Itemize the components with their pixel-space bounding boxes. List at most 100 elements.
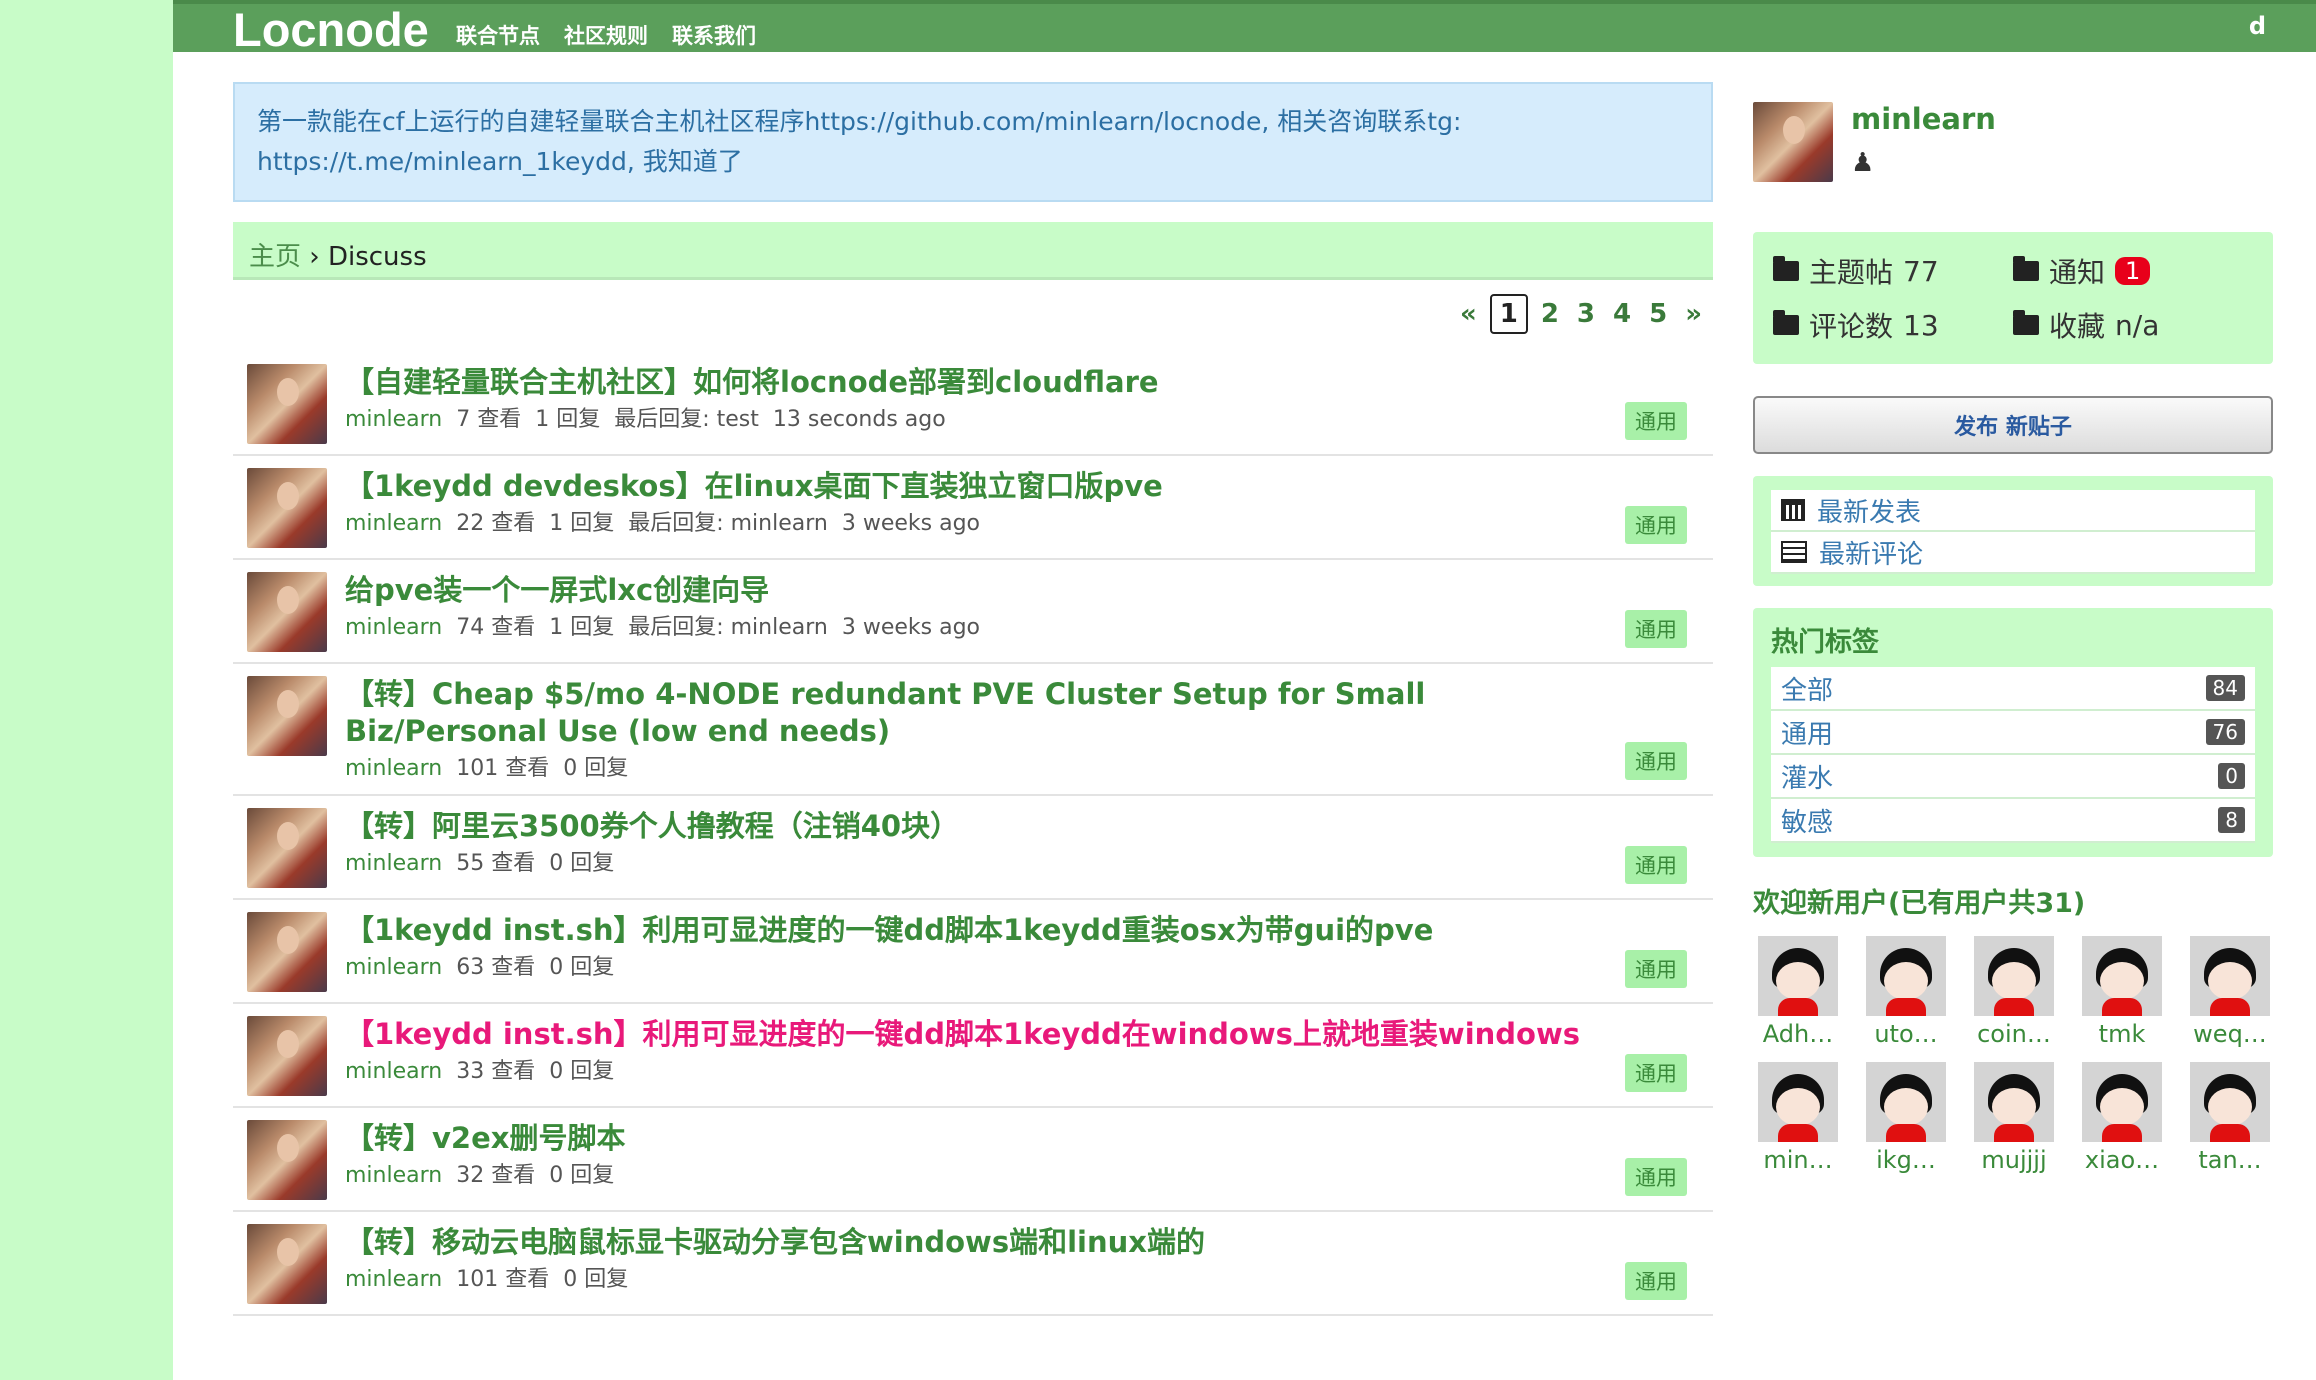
topic-author[interactable]: minlearn xyxy=(345,407,442,432)
avatar[interactable] xyxy=(1866,1062,1946,1142)
topic-title[interactable]: 【转】Cheap $5/mo 4-NODE redundant PVE Clus… xyxy=(345,676,1593,750)
pager-next[interactable]: » xyxy=(1680,296,1707,332)
stat-favorites[interactable]: 收藏 n/a xyxy=(2013,304,2253,346)
avatar[interactable] xyxy=(1753,102,1833,182)
pager-prev[interactable]: « xyxy=(1455,296,1482,332)
avatar[interactable] xyxy=(247,808,327,888)
new-user-name[interactable]: coin… xyxy=(1969,1020,2059,1048)
topic-tag[interactable]: 通用 xyxy=(1625,1158,1687,1196)
topic-last-reply[interactable]: 最后回复: minlearn xyxy=(628,511,828,536)
topic-tag[interactable]: 通用 xyxy=(1625,402,1687,440)
topic-author[interactable]: minlearn xyxy=(345,955,442,980)
avatar[interactable] xyxy=(2190,1062,2270,1142)
stat-comments[interactable]: 评论数 13 xyxy=(1773,304,2013,346)
topic-title[interactable]: 【1keydd inst.sh】利用可显进度的一键dd脚本1keydd重装osx… xyxy=(345,912,1593,949)
top-user-menu[interactable]: d xyxy=(2249,12,2266,40)
new-user-item[interactable]: ikg… xyxy=(1861,1062,1951,1174)
avatar[interactable] xyxy=(2082,1062,2162,1142)
top-nav-bar: Locnode 联合节点 社区规则 联系我们 d xyxy=(173,0,2316,56)
new-user-item[interactable]: tmk xyxy=(2077,936,2167,1048)
topic-author[interactable]: minlearn xyxy=(345,615,442,640)
tag-item-all[interactable]: 全部 84 xyxy=(1771,667,2255,711)
avatar[interactable] xyxy=(247,1016,327,1096)
topic-title[interactable]: 【转】v2ex删号脚本 xyxy=(345,1120,1593,1157)
topic-tag[interactable]: 通用 xyxy=(1625,506,1687,544)
topic-last-reply[interactable]: 最后回复: minlearn xyxy=(628,615,828,640)
new-user-name[interactable]: weq… xyxy=(2185,1020,2275,1048)
topic-author[interactable]: minlearn xyxy=(345,511,442,536)
pagination: « 1 2 3 4 5 » xyxy=(233,292,1713,336)
topic-title[interactable]: 【转】移动云电脑鼠标显卡驱动分享包含windows端和linux端的 xyxy=(345,1224,1593,1261)
nav-link-rules[interactable]: 社区规则 xyxy=(564,20,648,50)
topic-tag[interactable]: 通用 xyxy=(1625,610,1687,648)
pager-page-3[interactable]: 3 xyxy=(1572,296,1600,332)
tag-item-sensitive[interactable]: 敏感 8 xyxy=(1771,799,2255,843)
new-user-item[interactable]: coin… xyxy=(1969,936,2059,1048)
topic-title[interactable]: 【转】阿里云3500券个人撸教程（注销40块） xyxy=(345,808,1593,845)
profile-username[interactable]: minlearn xyxy=(1851,102,1996,136)
avatar[interactable] xyxy=(247,912,327,992)
topic-tag[interactable]: 通用 xyxy=(1625,742,1687,780)
avatar[interactable] xyxy=(247,1120,327,1200)
topic-replies: 0 回复 xyxy=(549,851,615,876)
topic-title[interactable]: 【1keydd inst.sh】利用可显进度的一键dd脚本1keydd在wind… xyxy=(345,1016,1593,1053)
topic-author[interactable]: minlearn xyxy=(345,1059,442,1084)
topic-tag[interactable]: 通用 xyxy=(1625,950,1687,988)
avatar[interactable] xyxy=(2190,936,2270,1016)
topic-last-reply[interactable]: 最后回复: test xyxy=(614,407,759,432)
new-user-name[interactable]: tmk xyxy=(2077,1020,2167,1048)
avatar[interactable] xyxy=(1758,936,1838,1016)
new-user-item[interactable]: uto… xyxy=(1861,936,1951,1048)
avatar[interactable] xyxy=(1974,1062,2054,1142)
new-user-item[interactable]: xiao… xyxy=(2077,1062,2167,1174)
new-user-name[interactable]: tan… xyxy=(2185,1146,2275,1174)
new-user-name[interactable]: min… xyxy=(1753,1146,1843,1174)
avatar[interactable] xyxy=(247,676,327,756)
stat-topics[interactable]: 主题帖 77 xyxy=(1773,250,2013,292)
avatar[interactable] xyxy=(247,572,327,652)
new-user-name[interactable]: uto… xyxy=(1861,1020,1951,1048)
link-latest-posts[interactable]: 最新发表 xyxy=(1771,490,2255,532)
topic-tag[interactable]: 通用 xyxy=(1625,846,1687,884)
nav-link-contact[interactable]: 联系我们 xyxy=(672,20,756,50)
topic-tag[interactable]: 通用 xyxy=(1625,1262,1687,1300)
topic-tag[interactable]: 通用 xyxy=(1625,1054,1687,1092)
user-profile-icon[interactable]: ♟ xyxy=(1851,148,1996,178)
stat-notify[interactable]: 通知 1 xyxy=(2013,250,2253,292)
topic-body: 【转】Cheap $5/mo 4-NODE redundant PVE Clus… xyxy=(345,676,1713,784)
new-user-item[interactable]: Adh… xyxy=(1753,936,1843,1048)
site-logo[interactable]: Locnode xyxy=(233,2,429,57)
new-user-name[interactable]: xiao… xyxy=(2077,1146,2167,1174)
avatar[interactable] xyxy=(1974,936,2054,1016)
new-post-button[interactable]: 发布 新贴子 xyxy=(1753,396,2273,454)
topic-title[interactable]: 给pve装一个一屏式lxc创建向导 xyxy=(345,572,1593,609)
new-user-item[interactable]: tan… xyxy=(2185,1062,2275,1174)
avatar[interactable] xyxy=(247,364,327,444)
pager-page-5[interactable]: 5 xyxy=(1644,296,1672,332)
new-user-item[interactable]: mujjjj xyxy=(1969,1062,2059,1174)
topic-author[interactable]: minlearn xyxy=(345,1267,442,1292)
topic-author[interactable]: minlearn xyxy=(345,851,442,876)
tag-item-general[interactable]: 通用 76 xyxy=(1771,711,2255,755)
topic-author[interactable]: minlearn xyxy=(345,756,442,781)
breadcrumb-home[interactable]: 主页 xyxy=(249,242,301,272)
new-user-item[interactable]: weq… xyxy=(2185,936,2275,1048)
avatar[interactable] xyxy=(1866,936,1946,1016)
new-user-name[interactable]: ikg… xyxy=(1861,1146,1951,1174)
avatar[interactable] xyxy=(2082,936,2162,1016)
topic-title[interactable]: 【自建轻量联合主机社区】如何将locnode部署到cloudflare xyxy=(345,364,1593,401)
tag-item-water[interactable]: 灌水 0 xyxy=(1771,755,2255,799)
new-user-item[interactable]: min… xyxy=(1753,1062,1843,1174)
topic-author[interactable]: minlearn xyxy=(345,1163,442,1188)
pager-page-4[interactable]: 4 xyxy=(1608,296,1636,332)
new-user-name[interactable]: mujjjj xyxy=(1969,1146,2059,1174)
new-user-name[interactable]: Adh… xyxy=(1753,1020,1843,1048)
avatar[interactable] xyxy=(1758,1062,1838,1142)
pager-page-1[interactable]: 1 xyxy=(1489,294,1528,334)
topic-title[interactable]: 【1keydd devdeskos】在linux桌面下直装独立窗口版pve xyxy=(345,468,1593,505)
avatar[interactable] xyxy=(247,468,327,548)
avatar[interactable] xyxy=(247,1224,327,1304)
link-latest-comments[interactable]: 最新评论 xyxy=(1771,532,2255,574)
nav-link-nodes[interactable]: 联合节点 xyxy=(456,20,540,50)
pager-page-2[interactable]: 2 xyxy=(1536,296,1564,332)
